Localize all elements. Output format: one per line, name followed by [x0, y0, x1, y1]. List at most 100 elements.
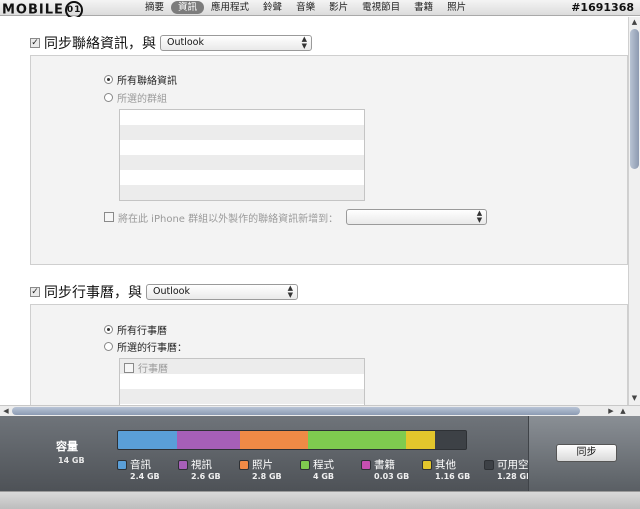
- legend-size: 1.16 GB: [435, 472, 471, 481]
- legend-name: 照片: [252, 459, 273, 471]
- list-row: [120, 170, 364, 185]
- calendars-source-value: Outlook: [153, 286, 190, 297]
- legend-name: 書籍: [374, 459, 395, 471]
- scroll-left-icon[interactable]: ◀: [1, 406, 11, 416]
- sync-area: 同步: [528, 416, 640, 491]
- logo-text: MOBILE: [2, 2, 64, 18]
- legend-item: 照片 2.8 GB: [239, 457, 282, 481]
- legend-item: 視訊 2.6 GB: [178, 457, 221, 481]
- contacts-sync-title: 同步聯絡資訊，與: [44, 36, 156, 52]
- select-arrows-icon: ▲ ▼: [476, 209, 483, 224]
- tab-1[interactable]: 資訊: [171, 1, 205, 14]
- capacity-panel: 容量 14 GB 音訊 2.4 GB 視訊 2.6 GB 照片 2.8 GB 程式 4 GB 書…: [0, 416, 640, 491]
- vertical-scroll-thumb[interactable]: [630, 29, 639, 169]
- contacts-groups-list[interactable]: [119, 109, 365, 201]
- legend-swatch: [484, 459, 494, 470]
- top-tab-bar: MOBILE 01 摘要 資訊 應用程式 鈴聲 音樂 影片 電視節目 書籍 照片 #1691368: [0, 0, 640, 19]
- contacts-add-outside-label: 將在此 iPhone 群組以外製作的聯絡資訊新增到：: [118, 213, 339, 225]
- legend-name: 可用空: [497, 459, 529, 471]
- radio-empty-icon[interactable]: [104, 93, 113, 102]
- tab-6[interactable]: 電視節目: [355, 1, 407, 14]
- sync-button[interactable]: 同步: [556, 444, 617, 462]
- list-row: [120, 110, 364, 125]
- calendars-panel: 所有行事曆 所選的行事曆： 行事曆: [30, 304, 628, 405]
- legend-swatch: [239, 459, 249, 470]
- info-content-area: ✓ 同步聯絡資訊，與 Outlook ▲ ▼ 所有聯絡資訊 所選的群組 將在此 i…: [0, 17, 628, 405]
- legend-item: 其他 1.16 GB: [422, 457, 470, 481]
- vertical-scrollbar[interactable]: ▲ ▼: [628, 17, 640, 405]
- capacity-segment: [434, 431, 466, 449]
- contacts-all-label: 所有聯絡資訊: [117, 76, 177, 87]
- calendar-item-checkbox[interactable]: [124, 362, 134, 373]
- tab-8[interactable]: 照片: [440, 1, 473, 14]
- legend-name: 其他: [435, 459, 456, 471]
- tab-5[interactable]: 影片: [322, 1, 355, 14]
- calendars-selected-option[interactable]: 所選的行事曆：: [104, 339, 187, 354]
- watermark-id: #1691368: [571, 1, 634, 14]
- legend-size: 2.8 GB: [252, 472, 282, 481]
- legend-name: 程式: [313, 459, 334, 471]
- legend-swatch: [361, 459, 371, 470]
- select-arrows-icon: ▲ ▼: [287, 284, 293, 299]
- capacity-label: 容量: [56, 440, 78, 453]
- calendars-sync-header: ✓ 同步行事曆，與 Outlook ▲ ▼: [30, 282, 298, 302]
- calendars-source-select[interactable]: Outlook ▲ ▼: [146, 284, 298, 300]
- calendars-list[interactable]: 行事曆: [119, 358, 365, 405]
- calendars-selected-label: 所選的行事曆：: [117, 343, 187, 354]
- contacts-sync-checkbox[interactable]: ✓: [30, 38, 40, 48]
- legend-size: 0.03 GB: [374, 472, 410, 481]
- legend-swatch: [300, 459, 310, 470]
- radio-selected-icon[interactable]: [104, 325, 113, 334]
- footer-strip: [0, 491, 640, 509]
- tab-7[interactable]: 書籍: [407, 1, 440, 14]
- legend-item: 音訊 2.4 GB: [117, 457, 160, 481]
- tab-list: 摘要 資訊 應用程式 鈴聲 音樂 影片 電視節目 書籍 照片: [138, 1, 473, 14]
- scroll-down-icon[interactable]: ▼: [629, 394, 640, 404]
- capacity-segment: [406, 431, 435, 449]
- legend-size: 2.6 GB: [191, 472, 221, 481]
- capacity-segment: [118, 431, 177, 449]
- legend-name: 視訊: [191, 459, 212, 471]
- capacity-segment: [176, 431, 240, 449]
- legend-swatch: [178, 459, 188, 470]
- legend-item: 可用空 1.28 GE: [484, 457, 532, 481]
- contacts-panel: 所有聯絡資訊 所選的群組 將在此 iPhone 群組以外製作的聯絡資訊新增到： …: [30, 55, 628, 265]
- legend-size: 1.28 GE: [497, 472, 532, 481]
- capacity-total: 14 GB: [58, 456, 85, 465]
- tab-3[interactable]: 鈴聲: [256, 1, 289, 14]
- calendars-all-option[interactable]: 所有行事曆: [104, 322, 167, 337]
- contacts-add-outside-row: 將在此 iPhone 群組以外製作的聯絡資訊新增到： ▲ ▼: [104, 209, 488, 225]
- tab-2[interactable]: 應用程式: [204, 1, 256, 14]
- contacts-source-select[interactable]: Outlook ▲ ▼: [160, 35, 312, 51]
- legend-item: 書籍 0.03 GB: [361, 457, 409, 481]
- contacts-selected-groups-label: 所選的群組: [117, 94, 167, 105]
- contacts-all-option[interactable]: 所有聯絡資訊: [104, 72, 177, 87]
- legend-size: 2.4 GB: [130, 472, 160, 481]
- select-arrows-icon: ▲ ▼: [301, 35, 307, 50]
- contacts-sync-header: ✓ 同步聯絡資訊，與 Outlook ▲ ▼: [30, 33, 312, 53]
- contacts-source-value: Outlook: [167, 37, 204, 48]
- list-row: [120, 155, 364, 170]
- legend-swatch: [422, 459, 432, 470]
- tab-0[interactable]: 摘要: [138, 1, 171, 14]
- radio-selected-icon[interactable]: [104, 75, 113, 84]
- contacts-selected-groups-option[interactable]: 所選的群組: [104, 90, 167, 105]
- capacity-segment: [308, 431, 406, 449]
- horizontal-scrollbar[interactable]: ◀ ▶ ▲: [0, 405, 640, 416]
- legend-item: 程式 4 GB: [300, 457, 334, 481]
- scroll-end-icon[interactable]: ▲: [618, 406, 628, 416]
- tab-4[interactable]: 音樂: [289, 1, 322, 14]
- calendars-sync-checkbox[interactable]: ✓: [30, 287, 40, 297]
- calendar-list-item[interactable]: 行事曆: [124, 360, 168, 375]
- contacts-add-outside-checkbox[interactable]: [104, 212, 114, 222]
- scroll-up-icon[interactable]: ▲: [629, 18, 640, 28]
- scroll-right-icon[interactable]: ▶: [606, 406, 616, 416]
- calendar-item-label: 行事曆: [138, 364, 168, 375]
- contacts-add-outside-select[interactable]: ▲ ▼: [346, 209, 488, 225]
- legend-name: 音訊: [130, 459, 151, 471]
- capacity-segment: [239, 431, 309, 449]
- radio-empty-icon[interactable]: [104, 342, 113, 351]
- capacity-bar: [117, 430, 467, 450]
- calendars-all-label: 所有行事曆: [117, 326, 167, 337]
- horizontal-scroll-thumb[interactable]: [12, 407, 580, 415]
